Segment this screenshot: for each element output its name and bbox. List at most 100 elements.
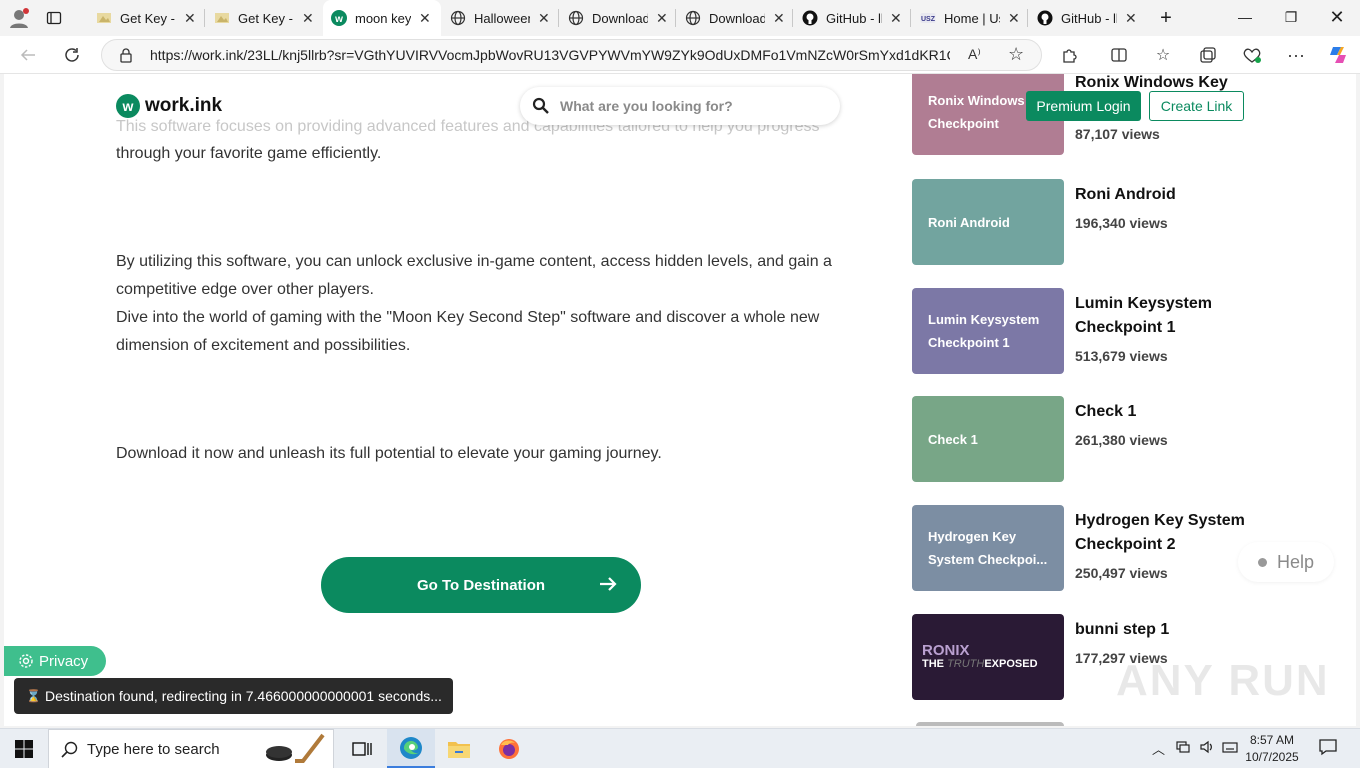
search-bar[interactable]: What are you looking for? (520, 87, 840, 125)
tab-title: Download (592, 10, 648, 26)
browser-tab-active[interactable]: w moon key ✕ (323, 0, 441, 36)
thumb-tagline: EXPOSED (984, 658, 1038, 670)
paragraph: Dive into the world of gaming with the "… (116, 309, 820, 354)
tab-close-icon[interactable]: ✕ (419, 10, 431, 27)
help-dot-icon (1258, 557, 1267, 567)
hockey-search-highlight-icon (266, 733, 325, 763)
paragraph: By utilizing this software, you can unlo… (116, 253, 832, 298)
sidebar-card[interactable]: Check 1 Check 1 261,380 views (912, 396, 1252, 482)
firefox-taskbar-button[interactable] (485, 729, 533, 768)
sidebar-card[interactable]: Lumin Keysystem Checkpoint 1 Lumin Keysy… (912, 288, 1252, 374)
restore-button[interactable]: ❐ (1268, 0, 1314, 34)
notifications-icon[interactable] (1318, 738, 1338, 759)
create-link-button[interactable]: Create Link (1149, 91, 1244, 121)
browser-tab[interactable]: Get Key - L ✕ (88, 2, 204, 34)
go-to-destination-button[interactable]: Go To Destination (321, 557, 641, 613)
svg-text:w: w (334, 14, 343, 25)
back-button[interactable] (14, 41, 42, 69)
tab-close-icon[interactable]: ✕ (1125, 10, 1137, 27)
close-icon: ✕ (1329, 6, 1345, 27)
card-thumbnail: Lumin Keysystem Checkpoint 1 (912, 288, 1064, 374)
firefox-icon (499, 739, 519, 759)
browser-tabstrip: Get Key - L ✕ Get Key - L ✕ w moon key ✕… (0, 0, 1360, 36)
volume-icon[interactable] (1199, 739, 1215, 758)
thumb-tagline: TRUTH (947, 658, 985, 670)
premium-login-button[interactable]: Premium Login (1026, 91, 1141, 121)
close-window-button[interactable]: ✕ (1314, 0, 1360, 34)
back-arrow-icon (20, 49, 35, 61)
taskbar-clock[interactable]: 8:57 AM 10/7/2025 (1236, 732, 1308, 766)
more-menu-icon[interactable]: ··· (1284, 43, 1308, 67)
next-card-peek (916, 722, 1064, 726)
profile-icon (10, 8, 29, 28)
sidebar-card[interactable]: Hydrogen Key System Checkpoi... Hydrogen… (912, 505, 1252, 591)
paragraph: Download it now and unleash its full pot… (116, 445, 662, 462)
browser-tab[interactable]: Get Key - L ✕ (206, 2, 322, 34)
copilot-icon[interactable] (1326, 43, 1350, 67)
tab-actions-button[interactable] (46, 2, 74, 34)
tab-close-icon[interactable]: ✕ (890, 10, 902, 27)
tab-close-icon[interactable]: ✕ (302, 10, 314, 27)
browser-tab[interactable]: GitHub - ll ✕ (794, 2, 910, 34)
extensions-icon[interactable] (1058, 43, 1082, 67)
taskbar-search[interactable]: Type here to search (48, 729, 334, 768)
tab-close-icon[interactable]: ✕ (1008, 10, 1020, 27)
gear-icon (19, 654, 33, 668)
tab-close-icon[interactable]: ✕ (184, 10, 196, 27)
refresh-button[interactable] (58, 41, 86, 69)
edge-taskbar-button[interactable] (387, 729, 435, 768)
refresh-icon (65, 48, 79, 62)
help-label: Help (1277, 551, 1315, 572)
github-favicon-icon (1037, 10, 1053, 26)
tab-close-icon[interactable]: ✕ (538, 10, 550, 27)
tab-title: Home | Us (944, 10, 1000, 26)
svg-text:USZ: USZ (921, 16, 936, 23)
lock-icon[interactable] (118, 47, 134, 68)
new-tab-button[interactable]: + (1152, 2, 1180, 34)
card-thumbnail: Check 1 (912, 396, 1064, 482)
card-title: Hydrogen Key System Checkpoint 2 (1075, 512, 1245, 553)
restore-icon: ❐ (1284, 8, 1298, 25)
thumb-tagline: THE (922, 658, 944, 670)
web-page: This software focuses on providing advan… (4, 74, 1356, 726)
split-screen-icon[interactable] (1107, 43, 1131, 67)
button-label: Go To Destination (416, 576, 546, 594)
windows-logo-icon (15, 740, 33, 758)
browser-tab[interactable]: Download ✕ (677, 2, 793, 34)
read-aloud-icon[interactable]: A⁾ (968, 46, 981, 63)
tray-overflow-icon[interactable]: ︿ (1152, 739, 1165, 758)
usz-favicon-icon: USZ (920, 10, 936, 26)
browser-essentials-icon[interactable] (1240, 43, 1264, 67)
card-title: bunni step 1 (1075, 621, 1170, 638)
minimize-button[interactable]: — (1222, 0, 1268, 34)
logo-text: work.ink (145, 95, 223, 116)
help-button[interactable]: Help (1238, 542, 1334, 582)
sidebar-card[interactable]: Roni Android Roni Android 196,340 views (912, 179, 1252, 265)
tab-close-icon[interactable]: ✕ (656, 10, 668, 27)
site-logo[interactable]: w work.ink (116, 94, 222, 118)
start-button[interactable] (0, 729, 48, 768)
favorites-icon[interactable]: ☆ (1151, 43, 1175, 67)
network-icon[interactable] (1175, 739, 1191, 758)
task-view-icon (352, 742, 372, 756)
collections-icon[interactable] (1196, 43, 1220, 67)
key-favicon-icon (96, 10, 112, 26)
github-favicon-icon (802, 10, 818, 26)
privacy-button[interactable]: Privacy (4, 646, 106, 676)
favorite-star-icon[interactable]: ☆ (1008, 44, 1024, 65)
url-text[interactable]: https://work.ink/23LL/knj5llrb?sr=VGthYU… (150, 47, 950, 63)
tab-close-icon[interactable]: ✕ (773, 10, 785, 27)
card-views: 196,340 views (1075, 215, 1168, 231)
profile-avatar-button[interactable] (8, 2, 40, 34)
address-bar[interactable]: https://work.ink/23LL/knj5llrb?sr=VGthYU… (101, 39, 1042, 71)
browser-tab[interactable]: Halloween ✕ (442, 2, 558, 34)
task-view-button[interactable] (338, 729, 386, 768)
browser-tab[interactable]: Download ✕ (560, 2, 676, 34)
search-icon (61, 741, 78, 758)
search-input[interactable]: What are you looking for? (560, 98, 733, 114)
browser-tab[interactable]: GitHub - ll ✕ (1029, 2, 1145, 34)
arrow-right-icon (600, 577, 617, 591)
file-explorer-taskbar-button[interactable] (435, 729, 483, 768)
tab-actions-icon (46, 11, 62, 25)
browser-tab[interactable]: USZ Home | Us ✕ (912, 2, 1028, 34)
